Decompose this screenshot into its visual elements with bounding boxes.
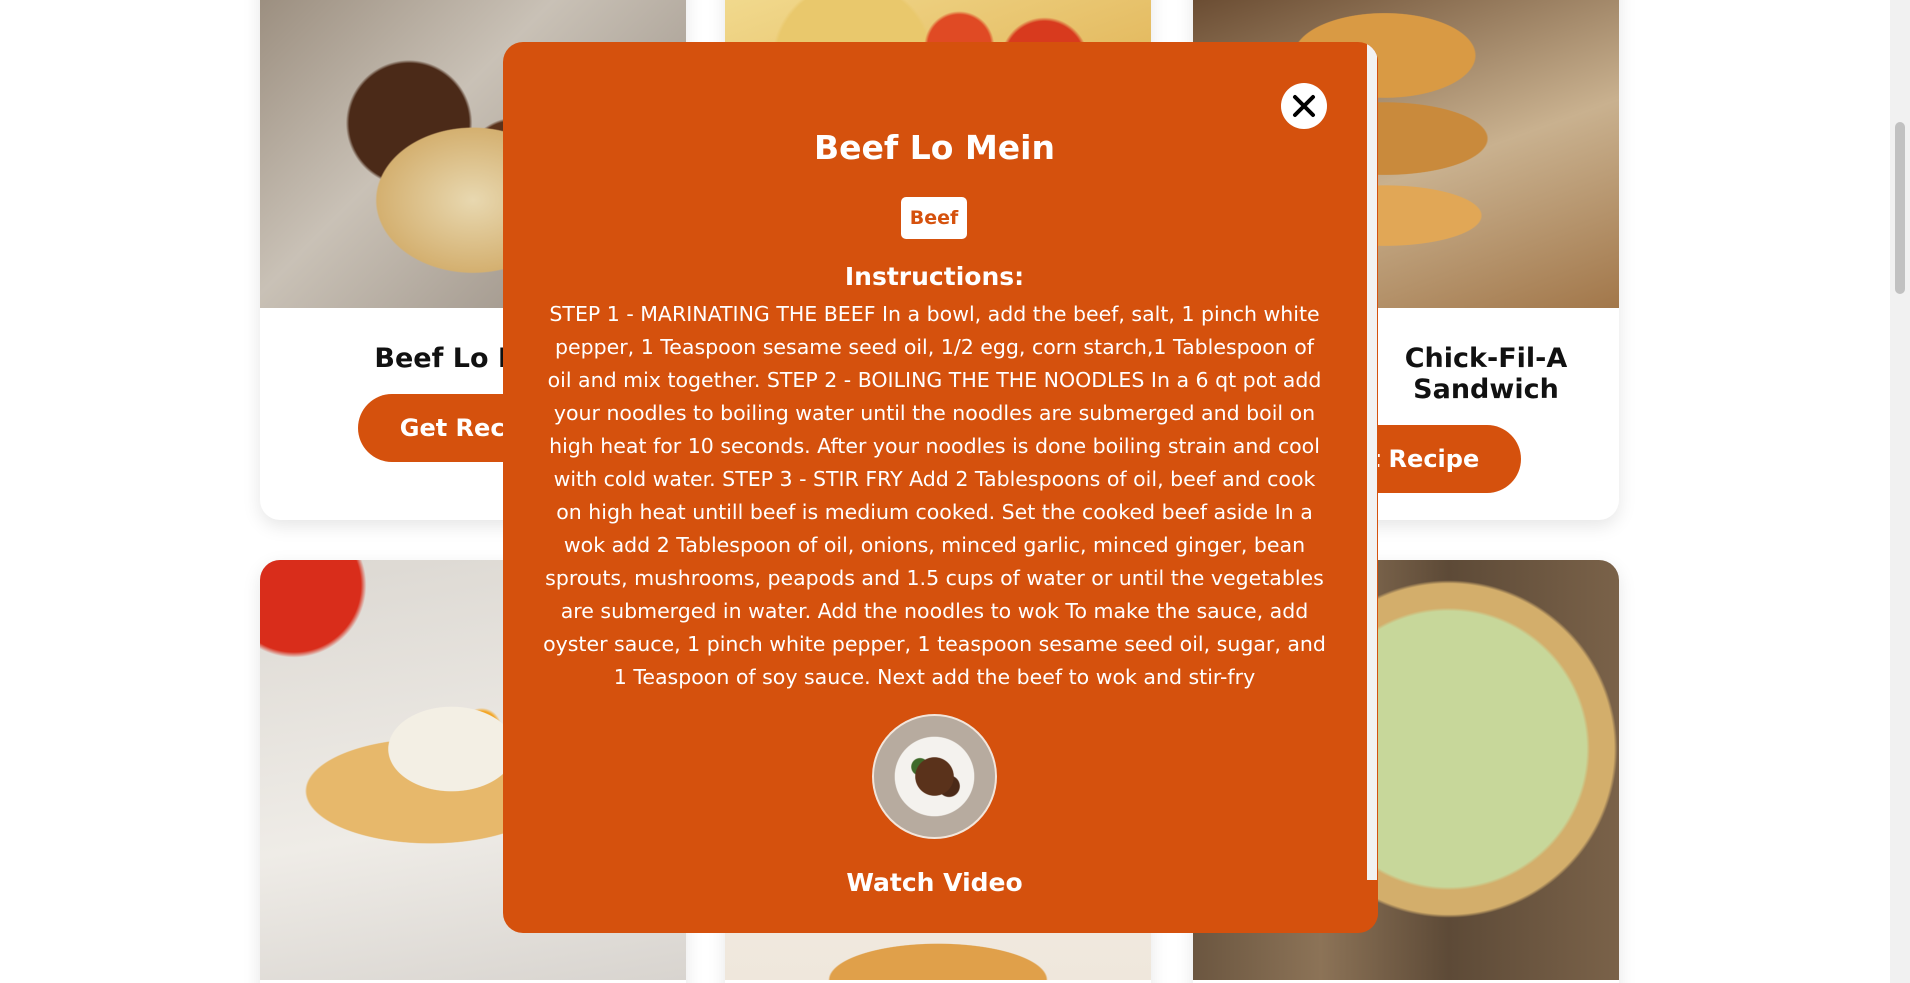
instructions-text: STEP 1 - MARINATING THE BEEF In a bowl, … (543, 302, 1326, 689)
close-icon (1293, 95, 1315, 117)
video-thumbnail[interactable] (872, 714, 997, 839)
modal-title: Beef Lo Mein (814, 128, 1055, 167)
watch-video-link[interactable]: Watch Video (503, 868, 1366, 897)
page-scrollbar[interactable] (1890, 0, 1910, 983)
recipe-modal: Beef Lo Mein Beef Instructions: STEP 1 -… (503, 42, 1378, 933)
category-badge: Beef (901, 197, 967, 239)
close-button[interactable] (1281, 83, 1327, 129)
page-scrollbar-thumb[interactable] (1895, 122, 1905, 294)
modal-scrollbar-thumb[interactable] (1367, 42, 1377, 880)
modal-scrollbar[interactable] (1366, 42, 1378, 933)
instructions-heading: Instructions: (844, 262, 1025, 291)
